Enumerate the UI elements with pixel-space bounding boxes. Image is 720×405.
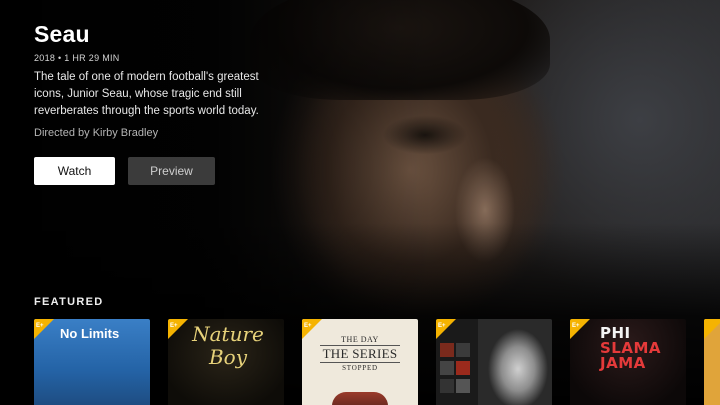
portrait-image bbox=[478, 319, 552, 405]
featured-tile-nature-boy[interactable]: E+ Nature Boy bbox=[168, 319, 284, 405]
tile-title-line2: THE SERIES bbox=[320, 345, 400, 363]
director-credit: Directed by Kirby Bradley bbox=[34, 127, 159, 139]
espn-plus-badge-icon bbox=[704, 319, 720, 339]
svg-text:E+: E+ bbox=[572, 323, 580, 329]
featured-tile-phi-slama-jama[interactable]: E+ PHI SLAMA JAMA bbox=[570, 319, 686, 405]
espn-plus-badge-icon: E+ bbox=[168, 319, 188, 339]
featured-section-label: FEATURED bbox=[34, 296, 104, 308]
svg-text:E+: E+ bbox=[170, 323, 178, 329]
featured-tile-the-day-the-series-stopped[interactable]: E+ THE DAY THE SERIES STOPPED bbox=[302, 319, 418, 405]
espn-plus-badge-icon: E+ bbox=[436, 319, 456, 339]
stadium-image bbox=[332, 392, 388, 405]
description: The tale of one of modern football's gre… bbox=[34, 71, 259, 117]
preview-button[interactable]: Preview bbox=[128, 157, 215, 185]
espn-plus-badge-icon: E+ bbox=[302, 319, 322, 339]
tile-title-line3: JAMA bbox=[600, 354, 646, 372]
page-title: Seau bbox=[34, 21, 90, 47]
featured-row: E+ No Limits E+ Nature Boy E+ THE DAY TH… bbox=[34, 319, 720, 405]
svg-text:E+: E+ bbox=[438, 323, 446, 329]
meta-info: 2018 • 1 HR 29 MIN bbox=[34, 53, 120, 63]
featured-tile-partial[interactable] bbox=[704, 319, 720, 405]
featured-tile-portrait[interactable]: E+ bbox=[436, 319, 552, 405]
watch-button[interactable]: Watch bbox=[34, 157, 115, 185]
tile-title: THE DAY THE SERIES STOPPED bbox=[302, 335, 418, 372]
svg-text:E+: E+ bbox=[36, 323, 44, 329]
featured-tile-no-limits[interactable]: E+ No Limits bbox=[34, 319, 150, 405]
espn-plus-badge-icon: E+ bbox=[570, 319, 590, 339]
tile-title: No Limits bbox=[60, 326, 120, 341]
tile-title: Nature Boy bbox=[192, 322, 264, 369]
tile-title-line3: STOPPED bbox=[342, 364, 378, 372]
tile-title: PHI SLAMA JAMA bbox=[600, 326, 661, 371]
svg-text:E+: E+ bbox=[304, 323, 312, 329]
espn-plus-badge-icon: E+ bbox=[34, 319, 54, 339]
